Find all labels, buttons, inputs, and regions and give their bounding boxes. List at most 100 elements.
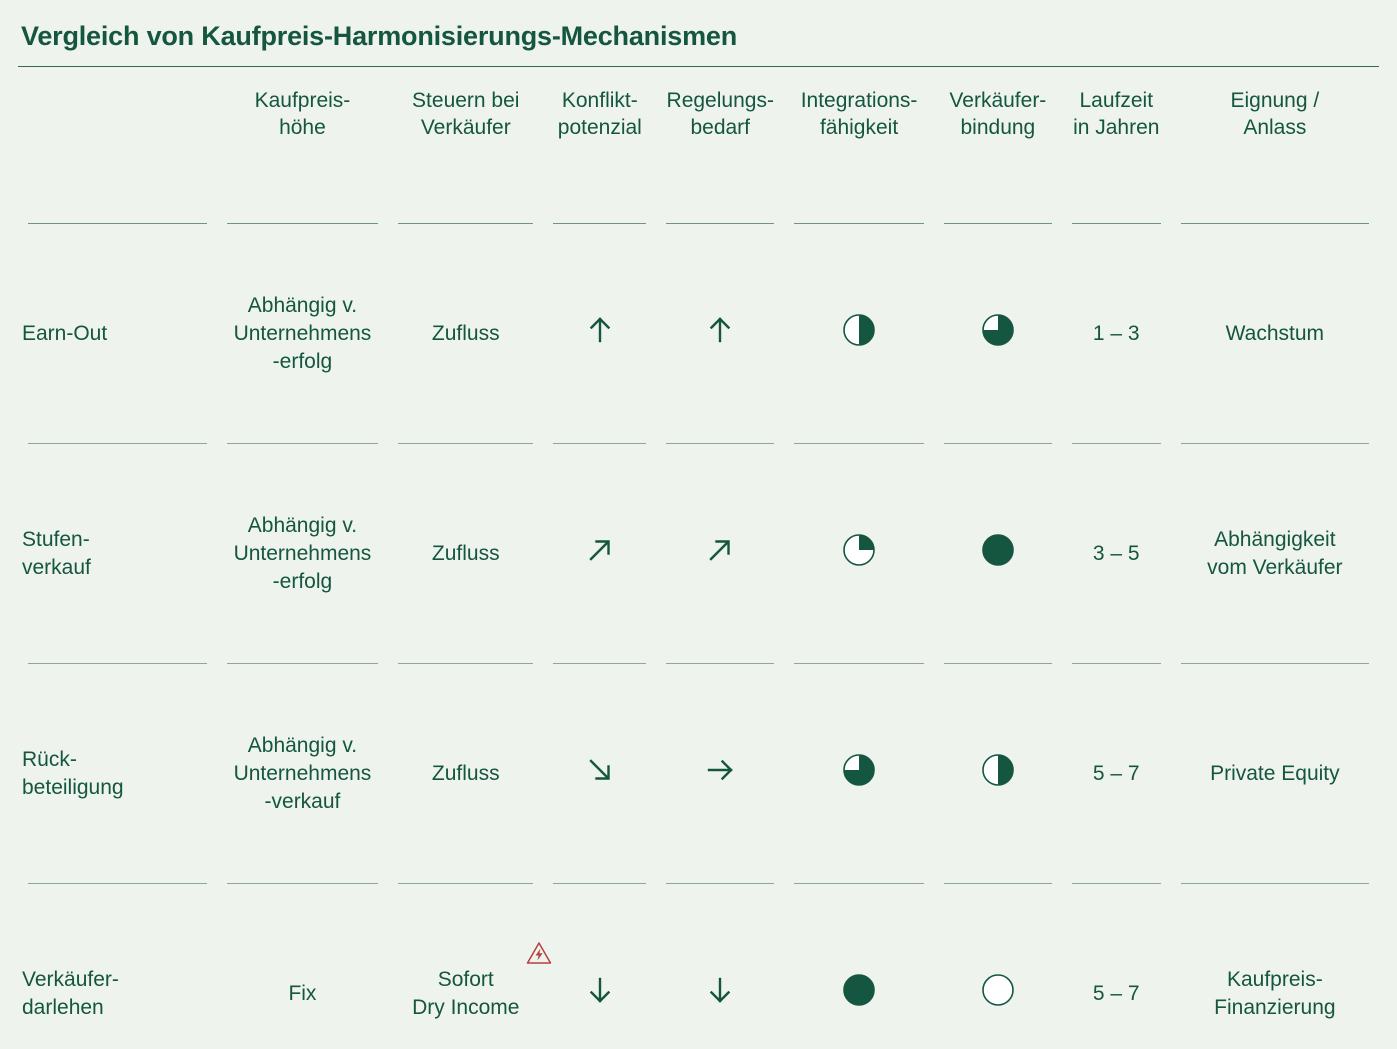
cell-kaufpreishoehe: Abhängig v. Unternehmens -erfolg (217, 279, 388, 389)
cell-kaufpreishoehe: Abhängig v. Unternehmens -erfolg (217, 499, 388, 609)
mechanism-line-1: Earn-Out (22, 321, 108, 345)
header-line-1: Steuern bei (412, 88, 520, 112)
table-row: Verkäufer- darlehen Fix Sofort Dry Incom… (18, 939, 1379, 1049)
arrow-up-icon (703, 313, 737, 347)
cell-eignung: Kaufpreis- Finanzierung (1171, 939, 1379, 1049)
comparison-table: Kaufpreis- höhe Steuern bei Verkäufer Ko… (18, 67, 1379, 1049)
table-row: Rück- beteiligung Abhängig v. Unternehme… (18, 719, 1379, 829)
price-line-1: Fix (288, 981, 317, 1005)
arrow-right-icon (703, 753, 737, 787)
header-line-2: bindung (960, 115, 1036, 139)
cell-steuern: Zufluss (388, 279, 543, 389)
header-line-1: Kaufpreis- (254, 88, 351, 112)
separator-segment (398, 883, 534, 885)
column-header-mechanism (18, 67, 217, 169)
column-header-konfliktpotenzial: Konflikt- potenzial (543, 67, 656, 169)
header-line-1: Integrations- (800, 88, 918, 112)
term-value: 3 – 5 (1092, 541, 1140, 565)
separator-segment (226, 663, 379, 665)
cell-konfliktpotenzial (543, 279, 656, 389)
cell-verkaeuferbindung (934, 279, 1062, 389)
cell-integrationsfaehigkeit (784, 719, 934, 829)
tax-line-1: Zufluss (431, 541, 500, 565)
cell-steuern: Sofort Dry Income (388, 939, 552, 1049)
suitability-line-1: Kaufpreis- (1226, 967, 1323, 991)
cell-mechanism: Earn-Out (18, 279, 217, 389)
mechanism-line-1: Rück- (22, 747, 77, 771)
cell-regelungsbedarf (656, 499, 784, 609)
arrow-down-right-icon (583, 753, 617, 787)
separator-segment (28, 883, 207, 885)
pie-three-quarter-icon (981, 313, 1015, 347)
row-separator (18, 609, 1379, 719)
column-header-eignung: Eignung / Anlass (1171, 67, 1379, 169)
header-line-1: Regelungs- (666, 88, 774, 112)
price-line-2: Unternehmens (233, 761, 372, 785)
tax-line-1: Zufluss (431, 321, 500, 345)
price-line-2: Unternehmens (233, 321, 372, 345)
column-header-integrationsfaehigkeit: Integrations- fähigkeit (784, 67, 934, 169)
arrow-down-icon (703, 973, 737, 1007)
separator-segment (1071, 663, 1161, 665)
header-line-1: Konflikt- (561, 88, 638, 112)
mechanism-line-2: beteiligung (22, 775, 124, 799)
suitability-line-1: Private Equity (1210, 761, 1340, 785)
table-row: Stufen- verkauf Abhängig v. Unternehmens… (18, 499, 1379, 609)
separator-segment (666, 883, 775, 885)
suitability-line-1: Abhängigkeit (1214, 527, 1336, 551)
suitability-line-1: Wachstum (1225, 321, 1325, 345)
page-title: Vergleich von Kaufpreis-Harmonisierungs-… (21, 21, 737, 51)
arrow-up-right-icon (703, 533, 737, 567)
tax-line-2: Dry Income (412, 995, 520, 1019)
separator-segment (794, 883, 924, 885)
pie-empty-icon (981, 973, 1015, 1007)
separator-segment (226, 223, 379, 225)
separator-segment (794, 223, 924, 225)
cell-verkaeuferbindung (934, 939, 1062, 1049)
pie-quarter-icon (842, 533, 876, 567)
header-line-1: Laufzeit (1079, 88, 1154, 112)
price-line-2: Unternehmens (233, 541, 372, 565)
header-line-2: Anlass (1243, 115, 1307, 139)
separator-segment (794, 443, 924, 445)
tax-value: Zufluss (432, 320, 500, 348)
pie-three-quarter-icon (842, 753, 876, 787)
separator-segment (553, 663, 647, 665)
suitability-line-2: vom Verkäufer (1207, 555, 1343, 579)
table-body: Earn-Out Abhängig v. Unternehmens -erfol… (18, 169, 1379, 1049)
cell-laufzeit: 5 – 7 (1062, 719, 1171, 829)
price-line-3: -erfolg (272, 569, 333, 593)
tax-value: Sofort Dry Income (412, 942, 552, 1021)
cell-mechanism: Verkäufer- darlehen (18, 939, 217, 1049)
column-header-kaufpreishoehe: Kaufpreis- höhe (217, 67, 388, 169)
separator-segment (226, 443, 379, 445)
header-row: Kaufpreis- höhe Steuern bei Verkäufer Ko… (18, 67, 1379, 169)
term-value: 1 – 3 (1092, 321, 1140, 345)
cell-regelungsbedarf (656, 279, 784, 389)
separator-segment (553, 223, 647, 225)
price-line-1: Abhängig v. (247, 734, 358, 758)
header-line-2: in Jahren (1073, 115, 1160, 139)
table-header: Kaufpreis- höhe Steuern bei Verkäufer Ko… (18, 67, 1379, 169)
cell-mechanism: Rück- beteiligung (18, 719, 217, 829)
separator-segment (1180, 883, 1369, 885)
cell-verkaeuferbindung (934, 499, 1062, 609)
pie-half-icon (842, 313, 876, 347)
header-line-2: potenzial (557, 115, 642, 139)
separator-segment (28, 223, 207, 225)
cell-mechanism: Stufen- verkauf (18, 499, 217, 609)
header-line-2: höhe (279, 115, 326, 139)
column-header-steuern-bei-verkaeufer: Steuern bei Verkäufer (388, 67, 543, 169)
header-line-2: fähigkeit (819, 115, 899, 139)
cell-integrationsfaehigkeit (784, 939, 934, 1049)
comparison-table-page: Vergleich von Kaufpreis-Harmonisierungs-… (0, 0, 1397, 1019)
separator-segment (943, 663, 1052, 665)
separator-segment (226, 883, 379, 885)
tax-line-1: Zufluss (431, 761, 500, 785)
term-value: 5 – 7 (1092, 981, 1140, 1005)
cell-laufzeit: 5 – 7 (1062, 939, 1171, 1049)
cell-eignung: Wachstum (1171, 279, 1379, 389)
cell-regelungsbedarf (656, 719, 784, 829)
pie-half-icon (981, 753, 1015, 787)
price-line-3: -verkauf (264, 789, 341, 813)
